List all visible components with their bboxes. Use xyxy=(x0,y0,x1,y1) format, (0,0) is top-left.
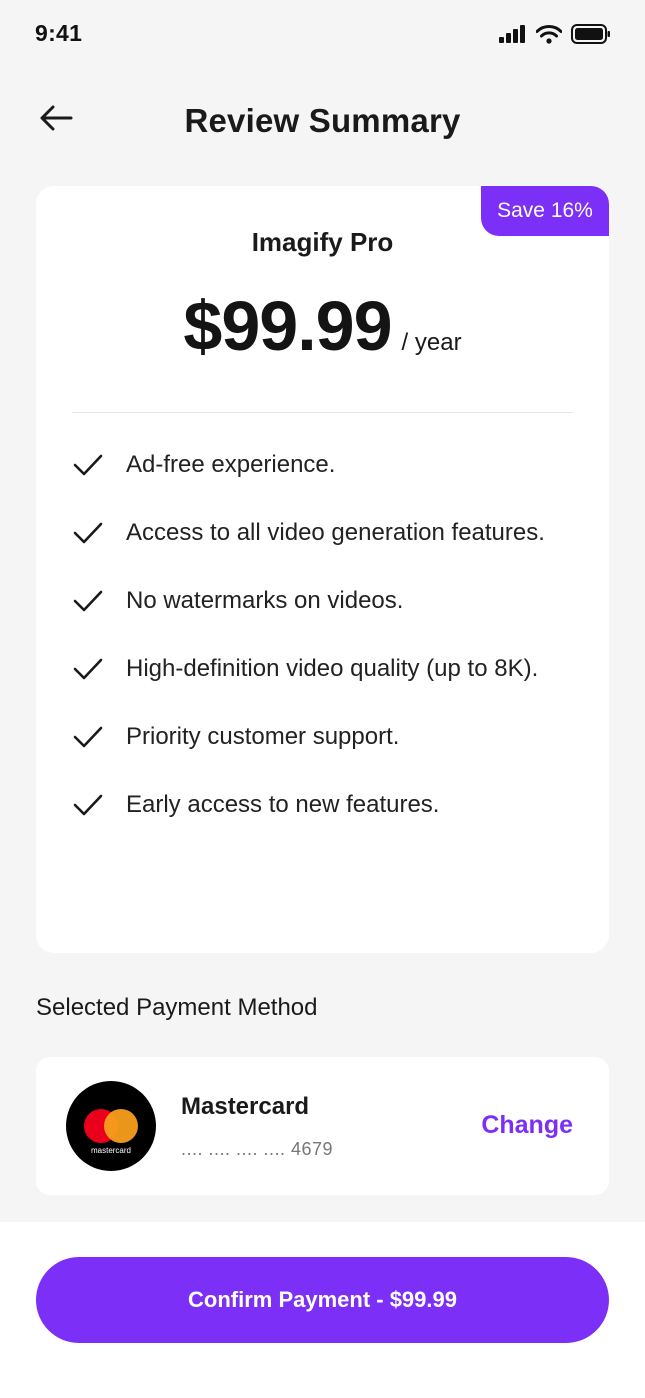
plan-price: $99.99 xyxy=(183,287,392,365)
feature-item: Access to all video generation features. xyxy=(72,512,569,554)
status-icons xyxy=(499,24,611,49)
bottom-bar: Confirm Payment - $99.99 xyxy=(0,1222,645,1398)
checkmark-icon xyxy=(72,518,108,548)
feature-text: High-definition video quality (up to 8K)… xyxy=(126,655,539,682)
payment-method-card: mastercard Mastercard .... .... .... ...… xyxy=(36,1057,609,1195)
header: Review Summary xyxy=(0,90,645,150)
price-row: $99.99 / year xyxy=(36,286,609,366)
status-bar: 9:41 xyxy=(0,0,645,64)
mastercard-logo-text: mastercard xyxy=(90,1146,131,1155)
battery-icon xyxy=(571,24,611,49)
feature-item: Ad-free experience. xyxy=(72,444,569,486)
plan-card: Save 16% Imagify Pro $99.99 / year Ad-fr… xyxy=(36,186,609,953)
card-brand-name: Mastercard xyxy=(181,1093,310,1120)
plan-name: Imagify Pro xyxy=(251,227,394,257)
feature-item: Early access to new features. xyxy=(72,784,569,826)
status-time: 9:41 xyxy=(35,20,83,46)
payment-section-title: Selected Payment Method xyxy=(36,994,318,1021)
page-title: Review Summary xyxy=(184,102,461,139)
plan-period: / year xyxy=(401,329,462,356)
signal-icon xyxy=(499,25,527,48)
checkmark-icon xyxy=(72,790,108,820)
checkmark-icon xyxy=(72,450,108,480)
review-summary-screen: 9:41 Review Summary Save 16% Imagify Pro… xyxy=(0,0,645,1398)
feature-item: High-definition video quality (up to 8K)… xyxy=(72,648,569,690)
card-number: .... .... .... .... 4679 xyxy=(181,1139,334,1159)
feature-text: No watermarks on videos. xyxy=(126,587,404,614)
checkmark-icon xyxy=(72,654,108,684)
feature-text: Early access to new features. xyxy=(126,791,440,818)
feature-text: Ad-free experience. xyxy=(126,451,336,478)
feature-list: Ad-free experience. Access to all video g… xyxy=(72,444,569,852)
confirm-payment-button[interactable]: Confirm Payment - $99.99 xyxy=(36,1257,609,1343)
feature-item: Priority customer support. xyxy=(72,716,569,758)
feature-item: No watermarks on videos. xyxy=(72,580,569,622)
feature-text: Access to all video generation features. xyxy=(126,519,545,546)
change-payment-button[interactable]: Change xyxy=(481,1111,573,1140)
checkmark-icon xyxy=(72,722,108,752)
wifi-icon xyxy=(535,24,563,49)
divider xyxy=(72,412,573,413)
mastercard-logo: mastercard xyxy=(66,1081,156,1171)
checkmark-icon xyxy=(72,586,108,616)
feature-text: Priority customer support. xyxy=(126,723,400,750)
mastercard-orange-circle xyxy=(104,1109,138,1143)
